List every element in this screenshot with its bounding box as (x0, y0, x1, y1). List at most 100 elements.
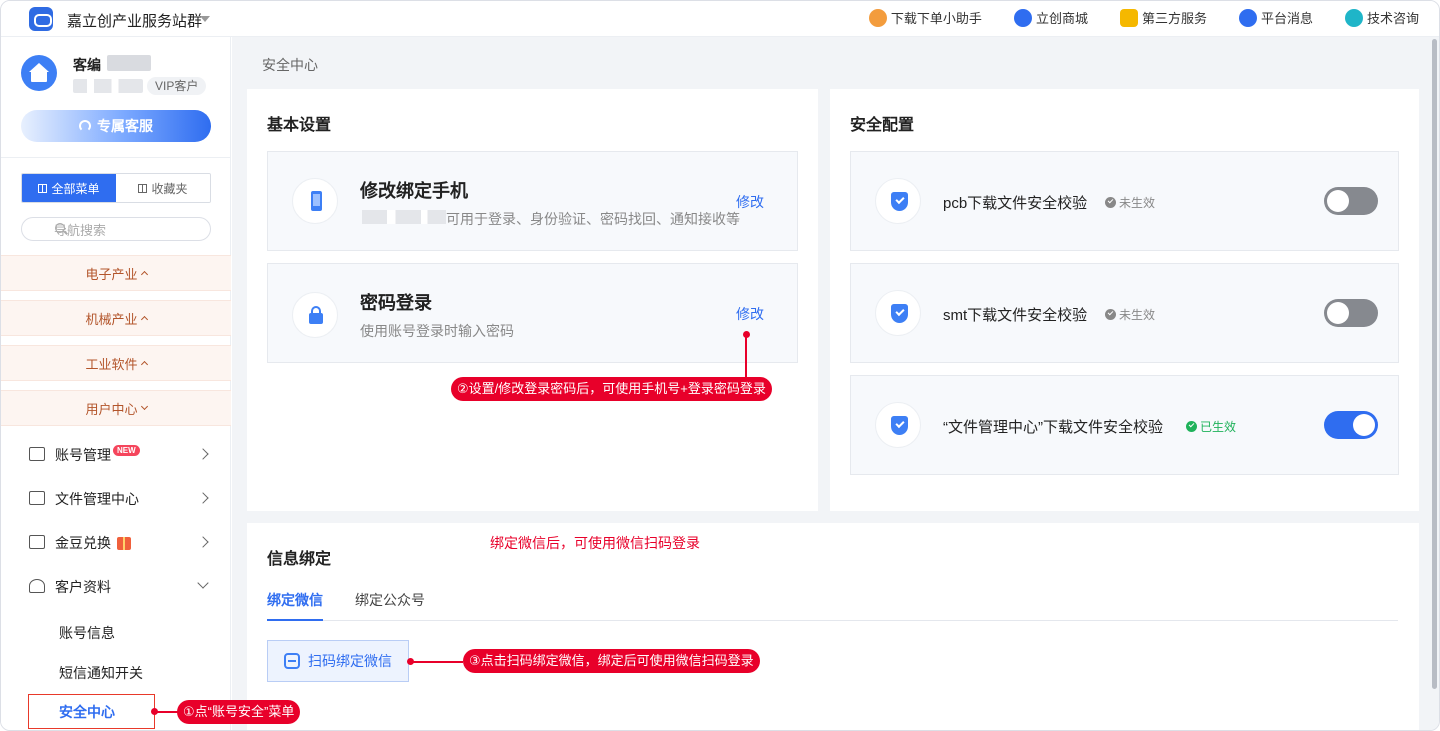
annotation-step3: ③点击扫码绑定微信，绑定后可使用微信扫码登录 (463, 649, 760, 673)
chevron-down-icon[interactable] (200, 16, 210, 22)
user-icon (29, 579, 45, 593)
topnav-messages[interactable]: 平台消息 (1238, 8, 1313, 27)
card-title: 安全配置 (850, 117, 915, 134)
shield-icon (891, 416, 908, 435)
topnav-third-party[interactable]: 第三方服务 (1119, 8, 1207, 27)
site-group-title[interactable]: 嘉立创产业服务站群 (67, 10, 202, 31)
topnav-helper[interactable]: 下载下单小助手 (868, 8, 982, 27)
scan-button-label: 扫码绑定微信 (308, 653, 392, 669)
menu-label: 文件管理中心 (55, 491, 139, 507)
topnav-mall[interactable]: 立创商城 (1013, 8, 1088, 27)
app-window: 嘉立创产业服务站群 下载下单小助手 立创商城 第三方服务 平台消息 技术咨询 客… (0, 0, 1440, 731)
submenu-security-center[interactable]: 安全中心 (28, 694, 155, 729)
lock-icon-wrap (292, 292, 338, 338)
row-title: 密码登录 (360, 293, 432, 313)
annotation-connector (411, 661, 463, 663)
chevron-down-icon (140, 402, 148, 411)
menu-file-center[interactable]: 文件管理中心 (1, 477, 231, 521)
security-row-file-center: “文件管理中心”下载文件安全校验 已生效 (850, 375, 1399, 475)
security-label: smt下载文件安全校验 (943, 307, 1088, 324)
new-badge: NEW (113, 444, 140, 456)
security-label: “文件管理中心”下载文件安全校验 (943, 419, 1163, 436)
annotation-dot (151, 708, 158, 715)
info-binding-card: 信息绑定 绑定微信 绑定公众号 扫码绑定微信 (247, 523, 1419, 730)
menu-account-management[interactable]: 账号管理 NEW (1, 433, 231, 477)
edit-password-link[interactable]: 修改 (736, 304, 764, 324)
dedicated-service-button[interactable]: 专属客服 (21, 110, 211, 142)
page-scrollbar[interactable] (1432, 39, 1437, 689)
tab-divider (267, 620, 1398, 621)
chat-icon (1344, 8, 1363, 27)
edit-phone-link[interactable]: 修改 (736, 192, 764, 212)
tab-bind-official-account[interactable]: 绑定公众号 (355, 590, 425, 610)
scan-bind-wechat-button[interactable]: 扫码绑定微信 (267, 640, 409, 682)
brand-logo-icon[interactable] (29, 7, 53, 31)
menu-gold-bean[interactable]: 金豆兑换 (1, 521, 231, 565)
pcb-security-toggle[interactable] (1324, 187, 1378, 215)
headset-icon (79, 120, 91, 132)
category-mechanical[interactable]: 机械产业 (1, 300, 231, 336)
row-description: 使用账号登录时输入密码 (360, 323, 514, 339)
status-badge: 已生效 (1186, 418, 1236, 435)
menu-label: 账号管理 (55, 447, 111, 463)
tab-label: 全部菜单 (51, 181, 100, 196)
status-badge: 未生效 (1105, 194, 1155, 211)
lock-icon (309, 306, 323, 324)
security-row-pcb: pcb下载文件安全校验 未生效 (850, 151, 1399, 251)
category-label: 工业软件 (85, 356, 138, 372)
check-circle-icon (1105, 197, 1116, 208)
card-title: 信息绑定 (267, 551, 332, 568)
menu-label: 金豆兑换 (55, 535, 111, 551)
annotation-step1: ①点“账号安全”菜单 (177, 700, 301, 724)
category-label: 用户中心 (85, 401, 138, 417)
service-button-label: 专属客服 (97, 118, 153, 134)
top-bar: 嘉立创产业服务站群 下载下单小助手 立创商城 第三方服务 平台消息 技术咨询 (1, 1, 1439, 37)
smt-security-toggle[interactable] (1324, 299, 1378, 327)
menu-customer-profile[interactable]: 客户资料 (1, 565, 231, 609)
grid-icon (38, 183, 48, 193)
vip-badge: VIP客户 (147, 77, 207, 95)
masked-phone (362, 210, 446, 224)
shield-icon (891, 192, 908, 211)
masked-user-info (73, 79, 143, 93)
annotation-step2: ②设置/修改登录密码后，可使用手机号+登录密码登录 (451, 377, 772, 401)
category-electronics[interactable]: 电子产业 (1, 255, 231, 291)
category-industrial-software[interactable]: 工业软件 (1, 345, 231, 381)
row-description: 可用于登录、身份验证、密码找回、通知接收等 (446, 211, 740, 227)
tab-active-indicator (267, 619, 323, 621)
shield-icon-wrap (875, 178, 921, 224)
submenu-account-info[interactable]: 账号信息 (59, 623, 115, 643)
topnav-label: 立创商城 (1035, 11, 1088, 26)
file-center-security-toggle[interactable] (1324, 411, 1378, 439)
toggle-knob (1327, 302, 1349, 324)
toggle-knob (1327, 190, 1349, 212)
scan-icon (284, 653, 300, 669)
category-user-center[interactable]: 用户中心 (1, 390, 231, 426)
helper-icon (868, 8, 887, 27)
tab-favorites[interactable]: 收藏夹 (116, 174, 210, 202)
avatar[interactable] (21, 55, 57, 91)
topnav-label: 下载下单小助手 (890, 11, 982, 26)
topnav-tech-support[interactable]: 技术咨询 (1344, 8, 1419, 27)
shield-icon (891, 304, 908, 323)
tab-all-menu[interactable]: 全部菜单 (22, 174, 116, 202)
chevron-up-icon (140, 360, 148, 369)
tab-bind-wechat[interactable]: 绑定微信 (267, 590, 323, 610)
grid-icon (138, 183, 148, 193)
status-badge: 未生效 (1105, 306, 1155, 323)
chevron-right-icon (197, 536, 209, 548)
security-label: pcb下载文件安全校验 (943, 195, 1088, 212)
annotation-wechat-note: 绑定微信后，可使用微信扫码登录 (490, 535, 700, 551)
menu-tabs: 全部菜单 收藏夹 (21, 173, 211, 203)
nav-search-input[interactable]: 导航搜索 (21, 217, 211, 241)
chevron-up-icon (140, 315, 148, 324)
divider (1, 157, 231, 158)
status-text: 已生效 (1200, 420, 1237, 434)
phone-icon-wrap (292, 178, 338, 224)
submenu-sms-switch[interactable]: 短信通知开关 (59, 663, 143, 683)
password-login-row: 密码登录 使用账号登录时输入密码 修改 (267, 263, 798, 363)
tab-label: 收藏夹 (151, 181, 188, 196)
gift-icon (117, 536, 131, 550)
menu-label: 客户资料 (55, 579, 111, 595)
apps-icon (1119, 8, 1138, 27)
